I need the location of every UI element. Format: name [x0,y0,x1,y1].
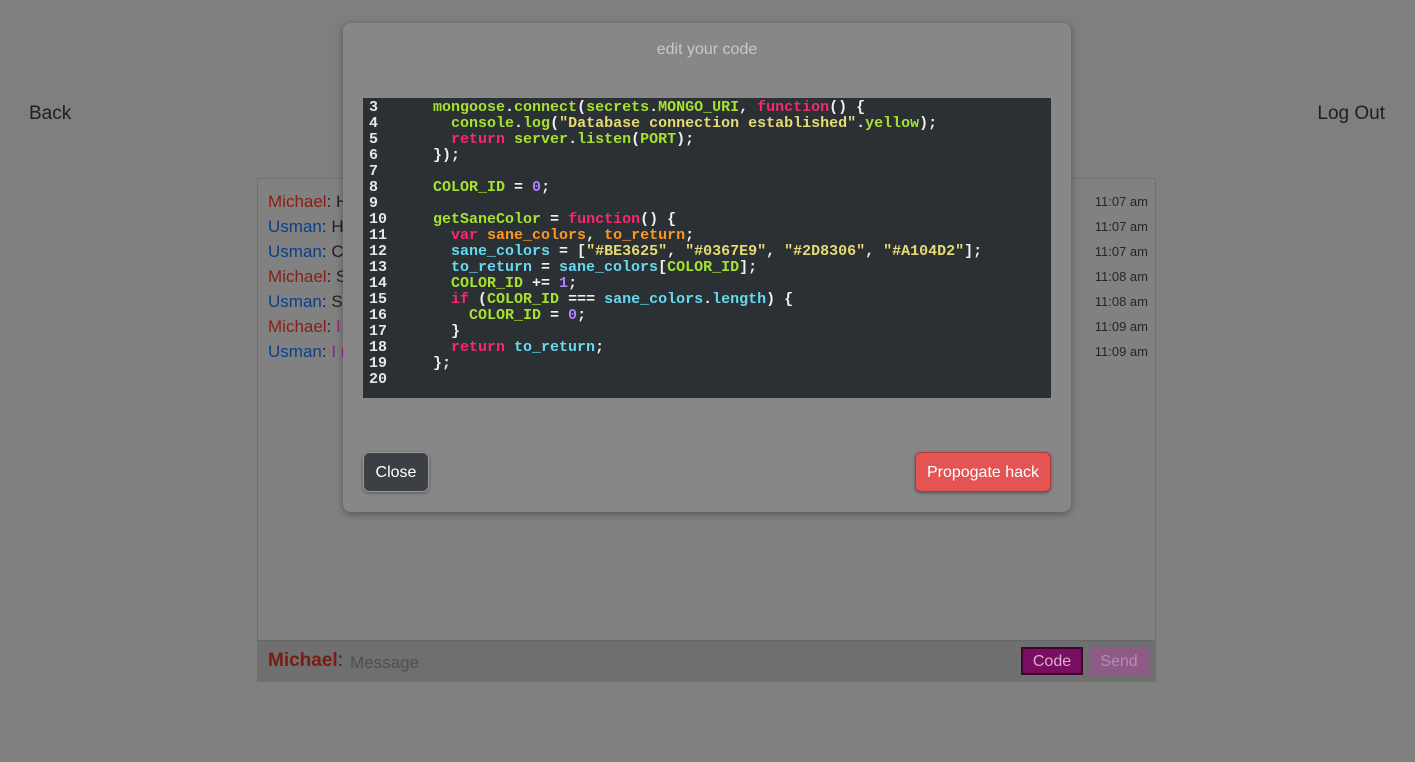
propagate-hack-button[interactable]: Propogate hack [915,452,1051,492]
message-timestamp: 11:07 am [1094,194,1148,209]
code-text: COLOR_ID += 1; [451,275,578,292]
line-number: 20 [369,371,388,388]
line-number: 18 [369,339,388,356]
code-text: }; [415,355,452,372]
code-line: 7 [363,164,1051,180]
message-timestamp: 11:09 am [1094,319,1148,334]
message-timestamp: 11:08 am [1094,294,1148,309]
code-text: }); [415,147,461,164]
code-line: 18 return to_return; [363,340,1051,356]
line-number: 7 [369,163,379,180]
code-line: 10 getSaneColor = function() { [363,212,1051,228]
code-text: sane_colors = ["#BE3625", "#0367E9", "#2… [451,243,983,260]
line-number: 14 [369,275,388,292]
line-number: 11 [369,227,388,244]
line-number: 8 [369,179,379,196]
code-line: 19 }; [363,356,1051,372]
line-number: 9 [369,195,379,212]
message-timestamp: 11:08 am [1094,269,1148,284]
line-number: 19 [369,355,388,372]
code-line: 16 COLOR_ID = 0; [363,308,1051,324]
code-line: 14 COLOR_ID += 1; [363,276,1051,292]
message-sender: Usman [268,242,322,261]
code-line: 11 var sane_colors, to_return; [363,228,1051,244]
line-number: 4 [369,115,379,132]
line-number: 3 [369,99,379,116]
message-timestamp: 11:09 am [1094,344,1148,359]
message-sender: Michael [268,317,327,336]
code-text: if (COLOR_ID === sane_colors.length) { [451,291,794,308]
code-text: var sane_colors, to_return; [451,227,695,244]
code-text: getSaneColor = function() { [433,211,677,228]
code-line: 9 [363,196,1051,212]
code-line: 5 return server.listen(PORT); [363,132,1051,148]
code-text: } [415,323,461,340]
code-text: mongoose.connect(secrets.MONGO_URI, func… [433,99,866,116]
line-number: 13 [369,259,388,276]
code-line: 6 }); [363,148,1051,164]
message-sender: Usman [268,292,322,311]
message-timestamp: 11:07 am [1094,244,1148,259]
code-button[interactable]: Code [1021,647,1083,675]
message-timestamp: 11:07 am [1094,219,1148,234]
code-editor-modal: edit your code 3 mongoose.connect(secret… [343,23,1071,512]
code-line: 15 if (COLOR_ID === sane_colors.length) … [363,292,1051,308]
code-line: 4 console.log("Database connection estab… [363,116,1051,132]
code-line: 12 sane_colors = ["#BE3625", "#0367E9", … [363,244,1051,260]
line-number: 5 [369,131,379,148]
line-number: 6 [369,147,379,164]
code-text: console.log("Database connection establi… [451,115,938,132]
code-line: 20 [363,372,1051,388]
code-line: 3 mongoose.connect(secrets.MONGO_URI, fu… [363,100,1051,116]
line-number: 10 [369,211,388,228]
code-line: 8 COLOR_ID = 0; [363,180,1051,196]
line-number: 17 [369,323,388,340]
message-composer: Michael: Code Send [258,640,1155,681]
line-number: 12 [369,243,388,260]
code-text: to_return = sane_colors[COLOR_ID]; [451,259,758,276]
message-sender: Usman [268,342,322,361]
code-text: return to_return; [451,339,605,356]
line-number: 16 [369,307,388,324]
composer-username: Michael: [268,650,343,671]
message-sender: Michael [268,267,327,286]
message-sender: Michael [268,192,327,211]
code-text: return server.listen(PORT); [451,131,695,148]
logout-link[interactable]: Log Out [1317,103,1385,125]
message-sender: Usman [268,217,322,236]
code-editor[interactable]: 3 mongoose.connect(secrets.MONGO_URI, fu… [363,98,1051,398]
line-number: 15 [369,291,388,308]
back-link[interactable]: Back [29,103,71,125]
modal-title: edit your code [656,41,758,58]
message-input[interactable] [348,651,952,675]
code-text: COLOR_ID = 0; [469,307,587,324]
code-text: COLOR_ID = 0; [433,179,551,196]
code-line: 17 } [363,324,1051,340]
code-line: 13 to_return = sane_colors[COLOR_ID]; [363,260,1051,276]
close-button[interactable]: Close [363,452,429,492]
send-button[interactable]: Send [1089,647,1149,675]
